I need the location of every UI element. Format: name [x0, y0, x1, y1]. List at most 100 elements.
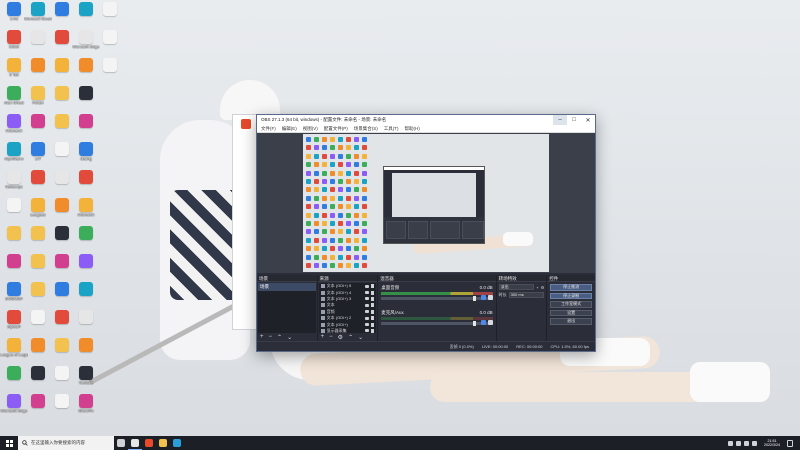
desktop-icon[interactable] [2, 254, 26, 269]
move-down-button[interactable]: ⌄ [287, 334, 292, 341]
desktop-icon[interactable]: 3 Ad [2, 2, 26, 22]
lock-icon[interactable] [371, 303, 375, 308]
lock-icon[interactable] [371, 296, 375, 301]
remove-scene-button[interactable]: − [269, 334, 273, 340]
desktop-icon[interactable] [50, 338, 74, 353]
desktop-icon[interactable] [2, 198, 26, 213]
menu-view[interactable]: 视图(V) [303, 126, 318, 132]
desktop-icon[interactable] [74, 58, 98, 73]
stop-recording-button[interactable]: 停止录制 [550, 292, 592, 299]
desktop-icon[interactable]: dialing [74, 142, 98, 162]
desktop-icon[interactable] [50, 142, 74, 157]
close-button[interactable]: ✕ [581, 115, 595, 125]
desktop-icon[interactable]: MyoMacro [2, 142, 26, 162]
desktop-icon[interactable] [2, 366, 26, 381]
visibility-eye-icon[interactable] [365, 303, 370, 307]
desktop-icon[interactable]: League of Legends [0, 338, 28, 358]
desktop-icon[interactable] [26, 310, 50, 325]
move-up-button[interactable]: ⌃ [348, 334, 353, 341]
exit-button[interactable]: 退出 [550, 318, 592, 325]
visibility-eye-icon[interactable] [365, 310, 370, 314]
desktop-icon[interactable] [74, 170, 98, 185]
desktop-icon[interactable] [74, 2, 98, 17]
lock-icon[interactable] [371, 309, 375, 314]
desktop-icon[interactable]: Microsoft Edge [73, 30, 99, 50]
add-transition-button[interactable]: + [536, 285, 538, 290]
desktop-icon[interactable] [50, 394, 74, 409]
stop-streaming-button[interactable]: 停止推流 [550, 284, 592, 291]
desktop-icon[interactable]: MySUP [2, 310, 26, 330]
desktop-icon[interactable] [26, 254, 50, 269]
desktop-icon[interactable]: Microsoft Edge [1, 394, 27, 414]
desktop-icon[interactable] [50, 226, 74, 241]
desktop-icon[interactable] [74, 310, 98, 325]
preview-area[interactable] [257, 133, 595, 273]
desktop-icon[interactable] [50, 366, 74, 381]
taskbar-app[interactable] [170, 436, 184, 450]
obs-window[interactable]: OBS 27.1.3 (64 bit, windows) - 配置文件: 未命名… [256, 114, 596, 352]
desktop-icon[interactable]: Folder [26, 86, 50, 106]
menu-help[interactable]: 帮助(H) [405, 126, 420, 132]
desktop-icon[interactable] [74, 86, 98, 101]
desktop-icon[interactable] [26, 114, 50, 129]
desktop-icon[interactable] [50, 58, 74, 73]
source-settings-button[interactable]: ⚙ [338, 334, 343, 341]
volume-icon[interactable] [744, 440, 749, 446]
desktop-icon[interactable]: bilibili [2, 30, 26, 50]
clock[interactable]: 21:51 2022/3/24 [760, 439, 784, 447]
volume-slider-knob[interactable] [472, 296, 476, 301]
visibility-eye-icon[interactable] [365, 291, 370, 295]
settings-button[interactable]: 设置 [550, 309, 592, 316]
move-up-button[interactable]: ⌃ [277, 334, 282, 341]
maximize-button[interactable]: □ [567, 115, 581, 125]
lock-icon[interactable] [371, 316, 375, 321]
studio-mode-button[interactable]: 工作室模式 [550, 301, 592, 308]
network-icon[interactable] [736, 440, 741, 446]
desktop-icon[interactable] [50, 30, 74, 45]
desktop-icon[interactable] [74, 282, 98, 297]
gear-icon[interactable] [487, 320, 493, 325]
desktop-icon[interactable] [50, 254, 74, 269]
taskbar-search[interactable]: 在这里输入你要搜索的内容 [18, 436, 114, 450]
desktop-icon[interactable]: Netlamps [2, 170, 26, 190]
visibility-eye-icon[interactable] [365, 284, 370, 288]
visibility-eye-icon[interactable] [365, 329, 370, 333]
taskbar-app[interactable] [128, 436, 142, 450]
desktop-icon[interactable]: Microsoft Steam [24, 2, 52, 22]
desktop-icon[interactable] [26, 58, 50, 73]
preview-canvas[interactable] [303, 134, 549, 272]
desktop-icon[interactable]: LIT [26, 142, 50, 162]
desktop-icon[interactable] [26, 170, 50, 185]
desktop-icon[interactable] [98, 30, 122, 45]
desktop-icon[interactable]: Leagues [26, 198, 50, 218]
desktop-icon[interactable] [74, 254, 98, 269]
desktop-icon[interactable] [50, 198, 74, 213]
desktop-icon[interactable]: 9 Tell [2, 58, 26, 78]
volume-slider[interactable] [381, 321, 493, 326]
minimize-button[interactable]: – [553, 115, 567, 125]
desktop-icon[interactable] [2, 226, 26, 241]
remove-source-button[interactable]: − [329, 334, 333, 340]
desktop-icon[interactable] [74, 114, 98, 129]
menu-tools[interactable]: 工具(T) [384, 126, 399, 132]
obs-titlebar[interactable]: OBS 27.1.3 (64 bit, windows) - 配置文件: 未命名… [257, 115, 595, 125]
desktop-icon[interactable] [98, 2, 122, 17]
lock-icon[interactable] [371, 322, 375, 327]
sources-list[interactable]: 文本 (GDI+) 5 文本 (GDI+) 4 文本 (GDI+) 3 文本 音频 文本 … [318, 283, 377, 333]
desktop-icon[interactable]: MicroFix [74, 394, 98, 414]
lock-icon[interactable] [371, 284, 375, 289]
volume-slider[interactable] [381, 296, 493, 301]
desktop-icon[interactable] [50, 170, 74, 185]
lock-icon[interactable] [371, 290, 375, 295]
desktop-icon[interactable] [26, 366, 50, 381]
speaker-icon[interactable] [480, 320, 486, 325]
desktop-icon[interactable] [26, 338, 50, 353]
duration-input[interactable]: 300 ms [508, 292, 545, 298]
speaker-icon[interactable] [480, 295, 486, 300]
notification-icon[interactable] [787, 439, 793, 447]
menu-file[interactable]: 文件(F) [261, 126, 276, 132]
desktop-icon[interactable] [50, 114, 74, 129]
desktop-icon[interactable] [74, 226, 98, 241]
taskbar-app[interactable] [114, 436, 128, 450]
desktop-icon[interactable]: Youtube [74, 366, 98, 386]
